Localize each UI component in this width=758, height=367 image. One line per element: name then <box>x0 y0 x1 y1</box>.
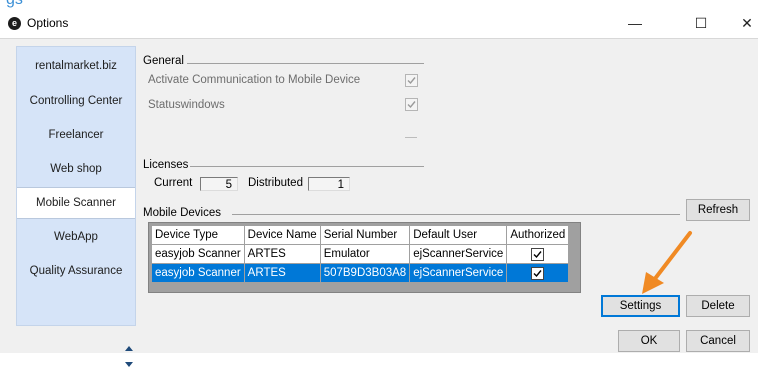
default-user-cell: ejScannerService <box>409 244 508 264</box>
table-row-selected[interactable]: easyjob Scanner ARTES 507B9D3B03A8 ejSca… <box>151 263 570 283</box>
maximize-icon[interactable]: ☐ <box>678 9 724 38</box>
devices-table: Device Type Device Name Serial Number De… <box>151 225 570 283</box>
device-type-cell: easyjob Scanner <box>151 263 245 283</box>
device-type-cell: easyjob Scanner <box>151 244 245 264</box>
column-header-serial-number[interactable]: Serial Number <box>319 225 411 245</box>
device-name-cell: ARTES <box>243 263 321 283</box>
mobile-devices-divider <box>232 214 680 215</box>
scroll-down-icon[interactable] <box>125 362 133 367</box>
activate-communication-checkbox[interactable] <box>405 74 418 87</box>
current-count: 5 <box>200 177 238 191</box>
distributed-label: Distributed <box>248 177 303 189</box>
mobile-devices-group-title: Mobile Devices <box>143 207 221 219</box>
sidebar-item-quality-assurance[interactable]: Quality Assurance <box>17 256 135 286</box>
settings-button[interactable]: Settings <box>601 295 680 317</box>
column-header-device-type[interactable]: Device Type <box>151 225 245 245</box>
annotation-arrow-icon <box>642 231 692 294</box>
licenses-divider <box>190 166 424 167</box>
sidebar-item-freelancer[interactable]: Freelancer <box>17 120 135 150</box>
delete-button[interactable]: Delete <box>686 295 750 317</box>
scroll-up-icon[interactable] <box>125 346 133 351</box>
authorized-checkbox[interactable] <box>531 266 545 280</box>
table-row[interactable]: easyjob Scanner ARTES Emulator ejScanner… <box>151 244 570 264</box>
licenses-group-title: Licenses <box>143 159 189 171</box>
cropped-heading-text: gs <box>6 0 23 9</box>
authorized-cell <box>506 263 570 283</box>
devices-grid: Device Type Device Name Serial Number De… <box>148 222 581 293</box>
cropped-heading: gs <box>0 0 758 9</box>
e-logo-icon: e <box>8 17 21 30</box>
statuswindows-checkbox[interactable] <box>405 98 418 111</box>
ok-button[interactable]: OK <box>618 330 680 352</box>
device-name-cell: ARTES <box>243 244 321 264</box>
sidebar-item-web-shop[interactable]: Web shop <box>17 154 135 184</box>
column-header-default-user[interactable]: Default User <box>409 225 508 245</box>
refresh-button[interactable]: Refresh <box>686 199 750 221</box>
current-label: Current <box>154 177 193 189</box>
activate-communication-label: Activate Communication to Mobile Device <box>148 74 361 86</box>
serial-number-cell: Emulator <box>319 244 411 264</box>
sidebar-item-rentalmarket[interactable]: rentalmarket.biz <box>17 51 135 81</box>
column-header-device-name[interactable]: Device Name <box>243 225 321 245</box>
general-group-title: General <box>143 55 184 67</box>
statuswindows-label: Statuswindows <box>148 99 225 111</box>
authorized-checkbox[interactable] <box>531 247 545 261</box>
authorized-cell <box>506 244 570 264</box>
title-bar: e Options — ☐ ✕ <box>0 9 758 38</box>
sidebar-item-mobile-scanner[interactable]: Mobile Scanner <box>17 187 135 219</box>
column-header-authorized[interactable]: Authorized <box>506 225 570 245</box>
distributed-count: 1 <box>308 177 350 191</box>
default-user-cell: ejScannerService <box>409 263 508 283</box>
serial-number-cell: 507B9D3B03A8 <box>319 263 411 283</box>
sidebar-item-webapp[interactable]: WebApp <box>17 222 135 252</box>
general-divider <box>187 63 424 64</box>
sidebar-item-controlling-center[interactable]: Controlling Center <box>17 86 135 116</box>
window-title: Options <box>27 16 69 30</box>
table-header-row: Device Type Device Name Serial Number De… <box>151 225 570 245</box>
cancel-button[interactable]: Cancel <box>686 330 750 352</box>
minimize-icon[interactable]: — <box>612 9 658 38</box>
close-icon[interactable]: ✕ <box>724 9 758 38</box>
sidebar: rentalmarket.biz Controlling Center Free… <box>16 46 136 367</box>
placeholder-dash <box>405 137 417 138</box>
